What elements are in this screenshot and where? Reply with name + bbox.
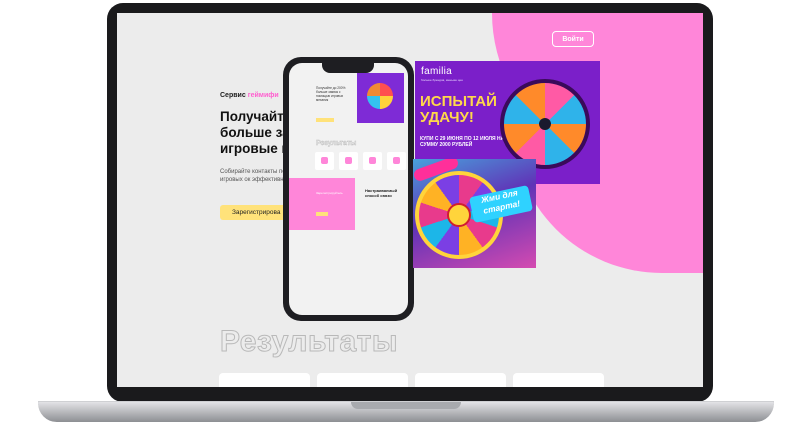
familia-logo: familia [421,66,452,77]
familia-subtitle: больше брендов, меньше цен [421,78,463,82]
result-card[interactable] [219,373,310,387]
wheel-hub-icon [447,203,471,227]
login-button[interactable]: Войти [552,31,594,47]
phone-pink-text: Зарегистрируйтесь [316,191,343,195]
wheel-game-ad: Жми для старта! [413,159,536,268]
result-icon [315,152,334,170]
phone-results-title: Результаты [316,140,357,147]
result-icon [363,152,382,170]
results-cards [219,373,604,387]
phone-notch [322,63,374,73]
familia-promo: КУПИ С 29 ИЮНЯ ПО 12 ИЮЛЯ НА СУММУ 2000 … [420,136,505,148]
result-icon [387,152,406,170]
phone-customizable-label: Настраиваемый способ связи [365,188,398,198]
wheel-hub-icon [539,118,551,130]
service-accent: геймифи [247,92,279,99]
familia-slogan: ИСПЫТАЙ УДАЧУ! [420,93,497,126]
wheel-icon [367,83,393,109]
result-icon [339,152,358,170]
phone-hero-text: Получайте до 200% больше заявок с помощь… [316,86,346,102]
service-label: Сервис геймифи [220,92,279,99]
result-card[interactable] [513,373,604,387]
results-title: Результаты [220,325,398,359]
phone-pink-button[interactable] [316,212,328,216]
laptop-opening-notch [351,402,461,409]
service-prefix: Сервис [220,92,246,99]
phone-pink-block [289,178,355,230]
result-card[interactable] [415,373,506,387]
phone-result-icons [315,152,406,170]
result-card[interactable] [317,373,408,387]
phone-register-button[interactable] [316,118,334,122]
phone-mini-ad [357,73,404,123]
